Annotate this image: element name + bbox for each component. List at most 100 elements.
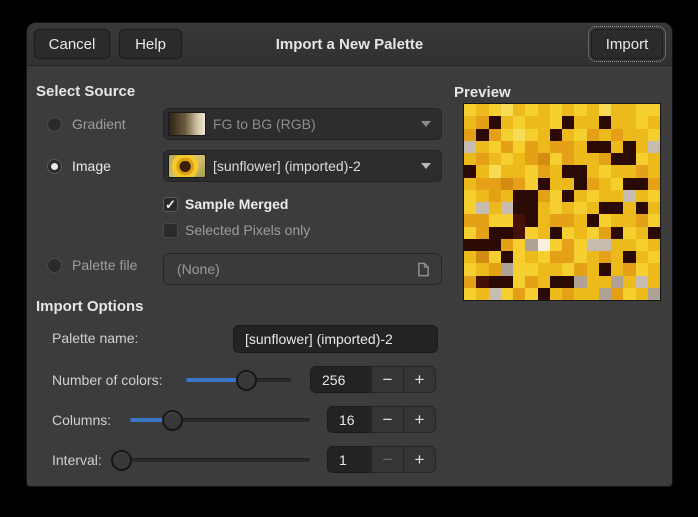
columns-slider-handle[interactable] [162,410,183,431]
preview-cell [599,165,611,177]
preview-cell [648,202,660,214]
preview-cell [611,227,623,239]
palette-file-radio[interactable] [47,258,62,273]
num-colors-minus-button[interactable]: − [371,366,404,393]
preview-cell [574,141,586,153]
preview-cell [587,178,599,190]
import-button[interactable]: Import [591,29,663,59]
image-radio-label[interactable]: Image [72,158,111,175]
preview-cell [636,227,648,239]
interval-entry[interactable] [327,446,372,473]
gradient-radio-label[interactable]: Gradient [72,116,126,133]
preview-cell [525,116,537,128]
preview-cell [464,227,476,239]
preview-cell [599,288,611,300]
image-radio[interactable] [47,159,62,174]
preview-cell [599,190,611,202]
columns-entry[interactable] [327,406,372,433]
preview-cell [489,153,501,165]
radio-dot-icon [51,163,58,170]
sample-merged-checkbox[interactable]: ✓ [163,197,178,212]
image-combo[interactable]: [sunflower] (imported)-2 [163,150,442,182]
palette-name-input[interactable] [233,325,438,353]
num-colors-entry[interactable] [310,366,372,393]
preview-cell [611,239,623,251]
preview-cell [611,129,623,141]
preview-cell [525,276,537,288]
preview-cell [611,141,623,153]
preview-cell [525,202,537,214]
preview-cell [476,129,488,141]
preview-cell [623,165,635,177]
columns-plus-button[interactable]: + [403,406,436,433]
gradient-combo[interactable]: FG to BG (RGB) [163,108,442,140]
preview-cell [476,214,488,226]
preview-cell [611,263,623,275]
gradient-combo-value: FG to BG (RGB) [213,116,421,132]
cancel-button[interactable]: Cancel [34,29,110,59]
preview-cell [538,276,550,288]
preview-cell [538,239,550,251]
preview-cell [489,165,501,177]
preview-cell [648,214,660,226]
preview-cell [562,141,574,153]
preview-cell [464,141,476,153]
preview-cell [623,239,635,251]
preview-cell [489,227,501,239]
preview-cell [636,251,648,263]
gradient-radio[interactable] [47,117,62,132]
preview-cell [611,153,623,165]
preview-cell [525,288,537,300]
palette-file-radio-label[interactable]: Palette file [72,257,137,274]
preview-cell [464,153,476,165]
num-colors-slider-handle[interactable] [236,370,257,391]
preview-cell [464,239,476,251]
preview-cell [599,104,611,116]
preview-cell [550,263,562,275]
preview-cell [538,214,550,226]
selected-pixels-checkbox[interactable] [163,223,178,238]
num-colors-plus-button[interactable]: + [403,366,436,393]
interval-slider-handle[interactable] [111,450,132,471]
preview-cell [476,165,488,177]
preview-cell [538,190,550,202]
preview-cell [648,190,660,202]
preview-cell [611,178,623,190]
preview-cell [476,104,488,116]
interval-minus-button[interactable]: − [371,446,404,473]
preview-cell [464,214,476,226]
interval-slider-track[interactable] [112,458,310,462]
preview-cell [464,202,476,214]
sample-merged-label[interactable]: Sample Merged [185,196,288,213]
preview-cell [562,202,574,214]
preview-cell [623,227,635,239]
preview-cell [550,141,562,153]
preview-cell [648,116,660,128]
preview-cell [636,190,648,202]
preview-cell [513,104,525,116]
preview-cell [538,202,550,214]
preview-cell [476,190,488,202]
palette-file-chooser[interactable]: (None) [163,253,442,285]
preview-cell [538,288,550,300]
preview-cell [574,214,586,226]
preview-cell [648,129,660,141]
preview-cell [574,178,586,190]
preview-cell [501,227,513,239]
preview-cell [562,227,574,239]
preview-grid [463,103,661,301]
selected-pixels-label[interactable]: Selected Pixels only [185,222,310,239]
preview-cell [648,263,660,275]
preview-cell [501,129,513,141]
columns-label: Columns: [52,412,111,429]
columns-minus-button[interactable]: − [371,406,404,433]
preview-cell [489,104,501,116]
help-button[interactable]: Help [119,29,182,59]
preview-cell [525,153,537,165]
preview-cell [525,165,537,177]
preview-cell [611,165,623,177]
preview-cell [587,104,599,116]
preview-cell [636,129,648,141]
preview-cell [464,116,476,128]
interval-plus-button[interactable]: + [403,446,436,473]
